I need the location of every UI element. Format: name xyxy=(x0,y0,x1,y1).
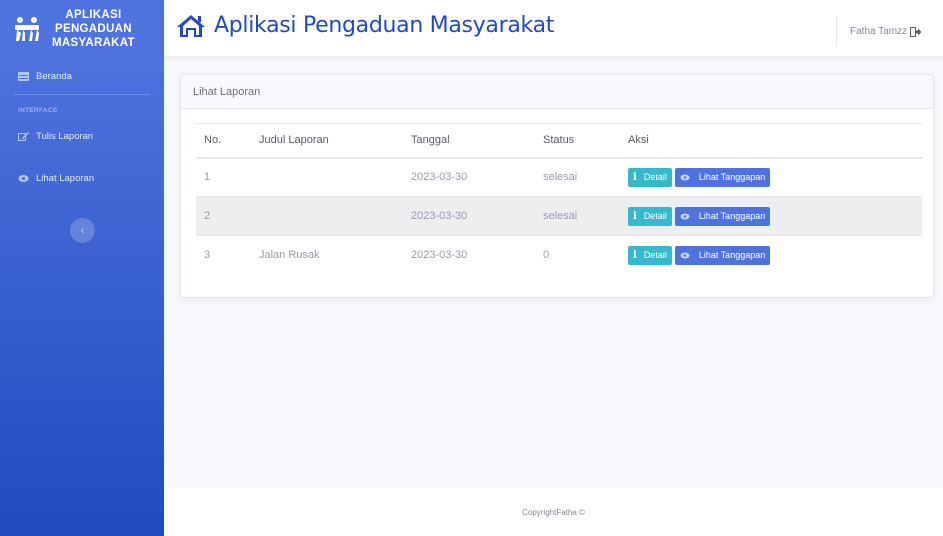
column-header-no: No. xyxy=(196,123,251,159)
lihat-tanggapan-label: Lihat Tanggapan xyxy=(698,250,766,261)
footer-copyright: CopyrightFatha © xyxy=(522,507,585,517)
cell-status: 0 xyxy=(535,235,620,275)
detail-button-label: Detail xyxy=(643,172,667,183)
report-card: Lihat Laporan No. Judul Laporan Tanggal … xyxy=(180,74,934,298)
cell-tanggal: 2023-03-30 xyxy=(403,196,535,236)
detail-button[interactable]: i Detail xyxy=(628,167,672,187)
lihat-tanggapan-label: Lihat Tanggapan xyxy=(698,172,766,183)
lihat-tanggapan-button[interactable]: Lihat Tanggapan xyxy=(674,167,771,187)
column-header-tanggal: Tanggal xyxy=(403,123,535,159)
sidebar-item-lihat-laporan[interactable]: Lihat Laporan xyxy=(0,168,164,188)
column-header-status: Status xyxy=(535,123,620,159)
eye-icon xyxy=(680,213,690,220)
cell-no: 3 xyxy=(196,235,251,275)
cell-status: selesai xyxy=(535,157,620,197)
sidebar-item-beranda[interactable]: Beranda xyxy=(0,66,164,86)
lihat-tanggapan-button[interactable]: Lihat Tanggapan xyxy=(674,245,771,265)
lihat-tanggapan-button[interactable]: Lihat Tanggapan xyxy=(674,206,771,226)
brand-title: APLIKASI PENGADUAN MASYARAKAT xyxy=(52,8,135,50)
brand-line-1: APLIKASI xyxy=(65,9,122,21)
eye-icon xyxy=(18,174,29,182)
info-icon: i xyxy=(633,210,637,222)
detail-button[interactable]: i Detail xyxy=(628,206,672,226)
sidebar-divider xyxy=(14,94,150,95)
people-icon xyxy=(15,17,39,41)
brand-line-3: MASYARAKAT xyxy=(52,37,135,49)
detail-button-label: Detail xyxy=(643,250,667,261)
cell-tanggal: 2023-03-30 xyxy=(403,235,535,275)
lihat-tanggapan-label: Lihat Tanggapan xyxy=(698,211,766,221)
cell-no: 1 xyxy=(196,157,251,197)
page-title-text: Aplikasi Pengaduan Masyarakat xyxy=(214,13,555,38)
user-menu[interactable]: Fatha Tamzz xyxy=(850,26,922,37)
cell-aksi: i Detail Lihat Tanggapan xyxy=(620,196,922,236)
cell-judul xyxy=(251,196,403,236)
table-row: 1 2023-03-30 selesai i Detail Lihat Tangga… xyxy=(196,157,922,197)
cell-judul xyxy=(251,157,403,197)
edit-icon xyxy=(18,131,29,141)
cell-tanggal: 2023-03-30 xyxy=(403,157,535,197)
sidebar-brand[interactable]: APLIKASI PENGADUAN MASYARAKAT xyxy=(0,0,164,58)
info-icon: i xyxy=(633,171,637,183)
sidebar-item-label: Lihat Laporan xyxy=(36,172,95,184)
sidebar-item-label: Tulis Laporan xyxy=(36,130,94,142)
column-header-aksi: Aksi xyxy=(620,123,922,159)
cell-aksi: i Detail Lihat Tanggapan xyxy=(620,235,922,275)
sidebar-heading: INTERFACE xyxy=(18,107,58,114)
table-icon xyxy=(18,71,29,81)
cell-no: 2 xyxy=(196,196,251,236)
home-icon xyxy=(177,14,205,37)
table-header-row: No. Judul Laporan Tanggal Status Aksi xyxy=(196,123,922,159)
detail-button[interactable]: i Detail xyxy=(628,245,672,265)
sidebar-toggle-button[interactable]: ‹ xyxy=(70,218,95,243)
footer: CopyrightFatha © xyxy=(164,488,943,536)
column-header-judul: Judul Laporan xyxy=(251,123,403,159)
cell-status: selesai xyxy=(535,196,620,236)
chevron-left-icon: ‹ xyxy=(80,224,85,237)
sidebar-item-label: Beranda xyxy=(36,70,72,82)
info-icon: i xyxy=(633,249,637,261)
topbar: Aplikasi Pengaduan Masyarakat Fatha Tamz… xyxy=(164,0,943,56)
sidebar: APLIKASI PENGADUAN MASYARAKAT Beranda IN… xyxy=(0,0,164,536)
brand-line-2: PENGADUAN xyxy=(55,23,132,35)
report-table: No. Judul Laporan Tanggal Status Aksi 1 … xyxy=(196,123,922,275)
cell-aksi: i Detail Lihat Tanggapan xyxy=(620,157,922,197)
page-title: Aplikasi Pengaduan Masyarakat xyxy=(176,13,554,38)
topbar-divider xyxy=(836,16,837,46)
detail-button-label: Detail xyxy=(643,211,667,221)
table-row: 3 Jalan Rusak 2023-03-30 0 i Detail Lihat … xyxy=(196,235,922,275)
user-name: Fatha Tamzz xyxy=(850,26,908,37)
eye-icon xyxy=(680,174,690,181)
logout-icon[interactable] xyxy=(910,26,922,37)
cell-judul: Jalan Rusak xyxy=(251,235,403,275)
sidebar-item-tulis-laporan[interactable]: Tulis Laporan xyxy=(0,126,164,146)
table-row: 2 2023-03-30 selesai i Detail Lihat Tangga… xyxy=(196,196,922,236)
eye-icon xyxy=(680,252,690,259)
card-header: Lihat Laporan xyxy=(181,75,933,109)
